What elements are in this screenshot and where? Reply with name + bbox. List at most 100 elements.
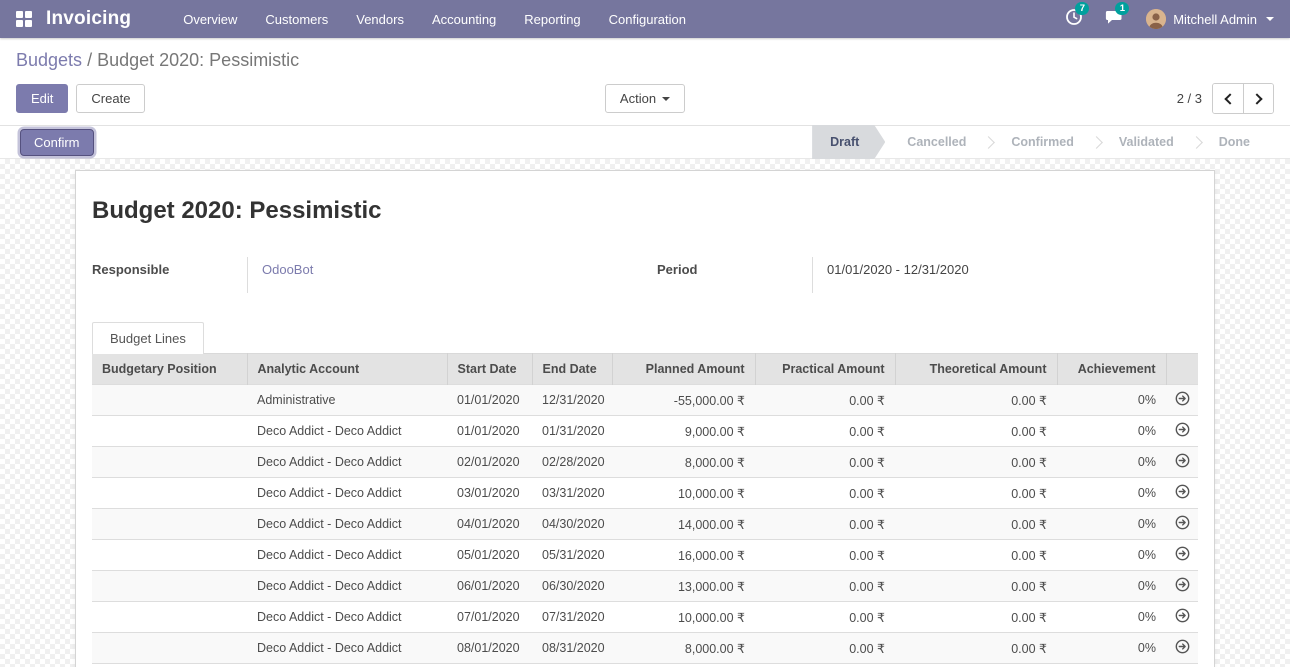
column-header-theoretical-amount[interactable]: Theoretical Amount	[895, 354, 1057, 385]
open-record-icon[interactable]	[1175, 484, 1190, 502]
cell-practical-amount[interactable]: 0.00 ₹	[755, 478, 895, 509]
cell-theoretical-amount[interactable]: 0.00 ₹	[895, 633, 1057, 664]
cell-theoretical-amount[interactable]: 0.00 ₹	[895, 664, 1057, 667]
cell-analytic-account[interactable]: Deco Addict - Deco Addict	[247, 571, 447, 602]
pager-previous-button[interactable]	[1213, 84, 1243, 113]
cell-achievement[interactable]: 0%	[1057, 416, 1166, 447]
column-header-end-date[interactable]: End Date	[532, 354, 612, 385]
column-header-budgetary-position[interactable]: Budgetary Position	[92, 354, 247, 385]
cell-achievement[interactable]: 0%	[1057, 633, 1166, 664]
edit-button[interactable]: Edit	[16, 84, 68, 113]
column-header-practical-amount[interactable]: Practical Amount	[755, 354, 895, 385]
pager-next-button[interactable]	[1243, 84, 1273, 113]
open-record-icon[interactable]	[1175, 422, 1190, 440]
cell-end-date[interactable]: 06/30/2020	[532, 571, 612, 602]
cell-start-date[interactable]: 06/01/2020	[447, 571, 532, 602]
cell-end-date[interactable]: 05/31/2020	[532, 540, 612, 571]
cell-theoretical-amount[interactable]: 0.00 ₹	[895, 385, 1057, 416]
cell-practical-amount[interactable]: 0.00 ₹	[755, 540, 895, 571]
stage-cancelled[interactable]: Cancelled	[885, 125, 988, 159]
cell-analytic-account[interactable]: Administrative	[247, 385, 447, 416]
cell-analytic-account[interactable]: Deco Addict - Deco Addict	[247, 602, 447, 633]
cell-analytic-account[interactable]: Deco Addict - Deco Addict	[247, 416, 447, 447]
open-record-icon[interactable]	[1175, 453, 1190, 471]
apps-grid-icon[interactable]	[16, 11, 32, 27]
table-row[interactable]: Administrative 01/01/2020 12/31/2020 -55…	[92, 385, 1198, 416]
create-button[interactable]: Create	[76, 84, 145, 113]
cell-start-date[interactable]: 07/01/2020	[447, 602, 532, 633]
cell-planned-amount[interactable]: 10,000.00 ₹	[612, 602, 755, 633]
cell-theoretical-amount[interactable]: 0.00 ₹	[895, 509, 1057, 540]
table-row[interactable]: Deco Addict - Deco Addict 08/01/2020 08/…	[92, 633, 1198, 664]
cell-planned-amount[interactable]: 8,000.00 ₹	[612, 447, 755, 478]
open-record-icon[interactable]	[1175, 608, 1190, 626]
cell-start-date[interactable]: 04/01/2020	[447, 509, 532, 540]
cell-end-date[interactable]: 04/30/2020	[532, 509, 612, 540]
cell-start-date[interactable]: 05/01/2020	[447, 540, 532, 571]
table-row[interactable]: Deco Addict - Deco Addict 02/01/2020 02/…	[92, 447, 1198, 478]
cell-end-date[interactable]: 03/31/2020	[532, 478, 612, 509]
cell-end-date[interactable]: 02/28/2020	[532, 447, 612, 478]
cell-budgetary-position[interactable]	[92, 602, 247, 633]
action-dropdown-button[interactable]: Action	[605, 84, 685, 113]
cell-analytic-account[interactable]: Deco Addict - Deco Addict	[247, 633, 447, 664]
cell-practical-amount[interactable]: 0.00 ₹	[755, 664, 895, 667]
stage-confirmed[interactable]: Confirmed	[989, 125, 1096, 159]
cell-theoretical-amount[interactable]: 0.00 ₹	[895, 571, 1057, 602]
column-header-planned-amount[interactable]: Planned Amount	[612, 354, 755, 385]
table-row[interactable]: Deco Addict - Deco Addict 06/01/2020 06/…	[92, 571, 1198, 602]
cell-analytic-account[interactable]: Deco Addict - Deco Addict	[247, 509, 447, 540]
cell-analytic-account[interactable]: Deco Addict - Deco Addict	[247, 447, 447, 478]
cell-start-date[interactable]: 01/01/2020	[447, 416, 532, 447]
cell-planned-amount[interactable]: 7,000.00 ₹	[612, 664, 755, 667]
table-row[interactable]: Deco Addict - Deco Addict 09/01/2020 09/…	[92, 664, 1198, 667]
responsible-value-link[interactable]: OdooBot	[247, 257, 633, 293]
cell-achievement[interactable]: 0%	[1057, 478, 1166, 509]
open-record-icon[interactable]	[1175, 515, 1190, 533]
cell-start-date[interactable]: 03/01/2020	[447, 478, 532, 509]
cell-end-date[interactable]: 08/31/2020	[532, 633, 612, 664]
nav-menu-accounting[interactable]: Accounting	[420, 2, 508, 37]
cell-budgetary-position[interactable]	[92, 540, 247, 571]
table-row[interactable]: Deco Addict - Deco Addict 01/01/2020 01/…	[92, 416, 1198, 447]
cell-theoretical-amount[interactable]: 0.00 ₹	[895, 478, 1057, 509]
cell-practical-amount[interactable]: 0.00 ₹	[755, 602, 895, 633]
table-row[interactable]: Deco Addict - Deco Addict 04/01/2020 04/…	[92, 509, 1198, 540]
cell-planned-amount[interactable]: -55,000.00 ₹	[612, 385, 755, 416]
stage-draft[interactable]: Draft	[812, 125, 885, 159]
cell-practical-amount[interactable]: 0.00 ₹	[755, 509, 895, 540]
cell-end-date[interactable]: 09/30/2020	[532, 664, 612, 667]
cell-end-date[interactable]: 07/31/2020	[532, 602, 612, 633]
cell-achievement[interactable]: 0%	[1057, 602, 1166, 633]
table-row[interactable]: Deco Addict - Deco Addict 05/01/2020 05/…	[92, 540, 1198, 571]
cell-planned-amount[interactable]: 9,000.00 ₹	[612, 416, 755, 447]
cell-budgetary-position[interactable]	[92, 416, 247, 447]
cell-achievement[interactable]: 0%	[1057, 664, 1166, 667]
nav-menu-customers[interactable]: Customers	[253, 2, 340, 37]
cell-theoretical-amount[interactable]: 0.00 ₹	[895, 416, 1057, 447]
cell-planned-amount[interactable]: 10,000.00 ₹	[612, 478, 755, 509]
cell-analytic-account[interactable]: Deco Addict - Deco Addict	[247, 664, 447, 667]
cell-achievement[interactable]: 0%	[1057, 447, 1166, 478]
cell-achievement[interactable]: 0%	[1057, 509, 1166, 540]
cell-analytic-account[interactable]: Deco Addict - Deco Addict	[247, 478, 447, 509]
cell-achievement[interactable]: 0%	[1057, 385, 1166, 416]
messages-button[interactable]: 1	[1105, 8, 1124, 31]
cell-budgetary-position[interactable]	[92, 447, 247, 478]
cell-planned-amount[interactable]: 14,000.00 ₹	[612, 509, 755, 540]
cell-planned-amount[interactable]: 16,000.00 ₹	[612, 540, 755, 571]
nav-menu-configuration[interactable]: Configuration	[597, 2, 698, 37]
cell-budgetary-position[interactable]	[92, 664, 247, 667]
cell-planned-amount[interactable]: 8,000.00 ₹	[612, 633, 755, 664]
cell-analytic-account[interactable]: Deco Addict - Deco Addict	[247, 540, 447, 571]
cell-end-date[interactable]: 01/31/2020	[532, 416, 612, 447]
breadcrumb-parent-link[interactable]: Budgets	[16, 50, 82, 70]
column-header-start-date[interactable]: Start Date	[447, 354, 532, 385]
column-header-achievement[interactable]: Achievement	[1057, 354, 1166, 385]
table-row[interactable]: Deco Addict - Deco Addict 07/01/2020 07/…	[92, 602, 1198, 633]
app-title[interactable]: Invoicing	[46, 8, 131, 30]
stage-validated[interactable]: Validated	[1097, 125, 1196, 159]
cell-end-date[interactable]: 12/31/2020	[532, 385, 612, 416]
stage-done[interactable]: Done	[1197, 125, 1272, 159]
confirm-button[interactable]: Confirm	[20, 129, 94, 156]
